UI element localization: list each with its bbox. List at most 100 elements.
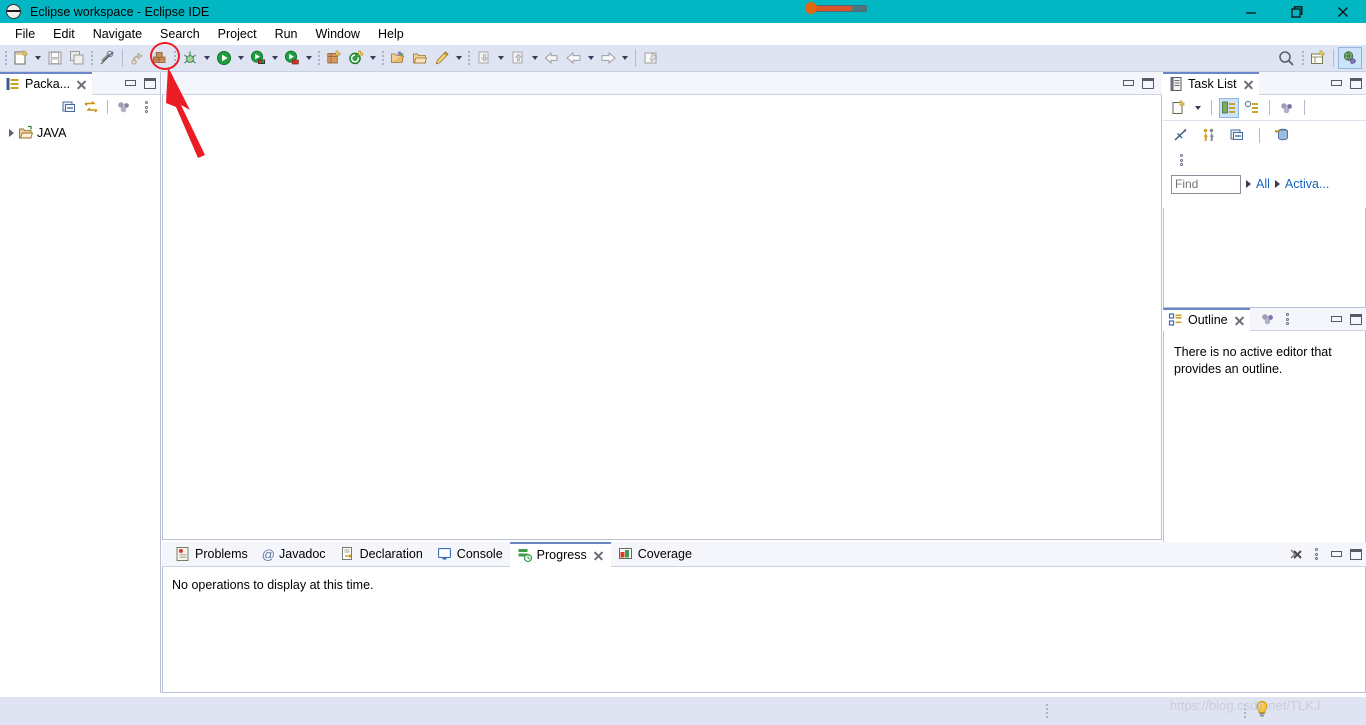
minimize-button[interactable] [1228,0,1274,23]
toolbar-grip[interactable] [380,49,386,67]
maximize-button[interactable] [1346,544,1366,564]
maximize-button[interactable] [140,73,160,93]
panel-menu-icon[interactable] [1306,544,1326,564]
run-external-tools-icon[interactable] [281,47,303,69]
open-task-icon[interactable] [409,47,431,69]
menu-file[interactable]: File [6,25,44,43]
pin-editor-icon[interactable] [640,47,662,69]
minimize-button[interactable] [1326,544,1346,564]
save-all-icon[interactable] [66,47,88,69]
menu-run[interactable]: Run [266,25,307,43]
minimize-button[interactable] [120,73,140,93]
maximize-button[interactable] [1346,309,1366,329]
status-grip[interactable] [1046,704,1048,718]
build-all-icon[interactable] [127,47,149,69]
close-button[interactable] [1320,0,1366,23]
debug-icon[interactable] [179,47,201,69]
menu-navigate[interactable]: Navigate [84,25,151,43]
coverage-icon[interactable] [247,47,269,69]
close-icon[interactable] [1243,79,1254,90]
toolbar-grip[interactable] [3,49,9,67]
java-ee-perspective-icon[interactable] [1338,47,1362,69]
last-edit-location-icon[interactable] [541,47,563,69]
new-wizard-dropdown-arrow[interactable] [32,47,44,69]
back-dropdown-arrow[interactable] [585,47,597,69]
restore-button[interactable] [1274,0,1320,23]
edit-icon[interactable] [431,47,453,69]
categorized-presentation-icon[interactable] [1219,97,1239,118]
open-type-icon[interactable] [387,47,409,69]
close-icon[interactable] [1234,315,1245,326]
maximize-button[interactable] [1346,73,1366,93]
forward-icon[interactable] [597,47,619,69]
toolbar-grip[interactable] [89,49,95,67]
editor-empty-canvas[interactable] [162,95,1162,540]
scheduled-presentation-icon[interactable] [1242,98,1262,118]
back-icon[interactable] [563,47,585,69]
chevron-right-icon[interactable] [1246,180,1251,188]
new-java-package-icon[interactable] [149,47,171,69]
menu-search[interactable]: Search [151,25,209,43]
open-repository-task-icon[interactable] [1272,125,1292,145]
edit-dropdown-arrow[interactable] [453,47,465,69]
tab-javadoc[interactable]: @ Javadoc [255,542,333,567]
filter-all-link[interactable]: All [1256,177,1270,191]
collapse-all-icon[interactable] [1227,125,1247,145]
new-task-dropdown-arrow[interactable] [1192,97,1204,119]
new-java-class-icon[interactable] [345,47,367,69]
cancel-all-operations-icon[interactable] [1286,544,1306,564]
search-icon[interactable] [1273,47,1299,69]
menu-window[interactable]: Window [307,25,369,43]
tab-coverage[interactable]: Coverage [611,542,699,567]
search-input[interactable] [1171,174,1241,194]
link-with-editor-icon[interactable] [81,97,101,117]
new-task-icon[interactable] [1169,98,1189,118]
tab-console[interactable]: Console [430,542,510,567]
debug-dropdown-arrow[interactable] [201,47,213,69]
panel-menu-icon[interactable] [136,97,156,117]
menu-help[interactable]: Help [369,25,413,43]
panel-menu-icon[interactable] [1171,150,1191,170]
previous-annotation-icon[interactable] [507,47,529,69]
toolbar-grip[interactable] [1300,49,1306,67]
minimize-editor-button[interactable] [1118,73,1138,93]
collapse-all-icon[interactable] [59,97,79,117]
chevron-right-icon[interactable] [1274,180,1280,188]
close-icon[interactable] [76,79,87,90]
new-java-class-dropdown-arrow[interactable] [367,47,379,69]
view-menu-icon[interactable] [114,97,134,117]
save-icon[interactable] [44,47,66,69]
forward-dropdown-arrow[interactable] [619,47,631,69]
synchronize-changed-icon[interactable] [1199,125,1219,145]
tab-outline[interactable]: Outline [1163,307,1250,331]
toolbar-grip[interactable] [466,49,472,67]
tab-problems[interactable]: Problems [168,542,255,567]
coverage-dropdown-arrow[interactable] [269,47,281,69]
task-list-content[interactable] [1163,208,1366,308]
menu-project[interactable]: Project [209,25,266,43]
toolbar-grip[interactable] [316,49,322,67]
tab-progress[interactable]: Progress [509,541,611,567]
view-menu-icon[interactable] [1277,98,1297,118]
previous-annotation-dropdown-arrow[interactable] [529,47,541,69]
focus-on-workweek-icon[interactable] [1171,125,1191,145]
menu-edit[interactable]: Edit [44,25,84,43]
new-java-project-icon[interactable] [323,47,345,69]
new-wizard-icon[interactable] [10,47,32,69]
toggle-mark-occurrences-icon[interactable] [96,47,118,69]
panel-menu-icon[interactable] [1278,309,1298,329]
run-dropdown-arrow[interactable] [235,47,247,69]
external-tools-dropdown-arrow[interactable] [303,47,315,69]
open-perspective-icon[interactable] [1307,47,1329,69]
minimize-button[interactable] [1326,309,1346,329]
tab-declaration[interactable]: Declaration [333,542,430,567]
filter-activate-link[interactable]: Activa... [1285,177,1329,191]
toolbar-grip[interactable] [172,49,178,67]
next-annotation-dropdown-arrow[interactable] [495,47,507,69]
chevron-right-icon[interactable] [4,126,18,140]
tree-item-java[interactable]: JAVA [4,123,160,143]
tab-task-list[interactable]: Task List [1163,71,1259,95]
view-menu-icon[interactable] [1258,309,1278,329]
close-icon[interactable] [593,550,604,561]
tab-package-explorer[interactable]: Packa... [0,71,93,95]
